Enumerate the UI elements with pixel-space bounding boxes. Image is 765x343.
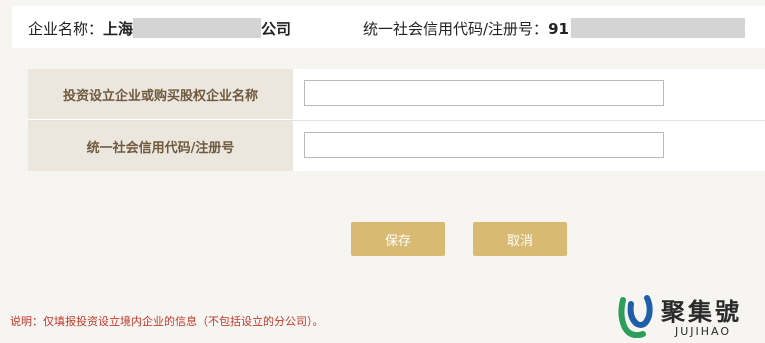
investee-name-input[interactable]	[304, 80, 664, 106]
investee-credit-code-input[interactable]	[304, 132, 664, 158]
save-button[interactable]: 保存	[351, 222, 445, 256]
watermark-chinese-text: 聚集號	[661, 298, 742, 326]
jujihao-logo-icon	[618, 295, 653, 338]
redacted-company-name	[133, 18, 262, 38]
company-name-prefix: 上海	[103, 20, 134, 38]
watermark-english-text: JUJIHAO	[675, 325, 732, 338]
instruction-note: 说明：仅填报投资设立境内企业的信息（不包括设立的分公司）。	[10, 315, 324, 328]
cancel-button[interactable]: 取消	[473, 222, 567, 256]
form-row-investee-credit-code: 统一社会信用代码/注册号	[28, 120, 765, 171]
investee-name-label: 投资设立企业或购买股权企业名称	[28, 69, 293, 119]
credit-code-field: 统一社会信用代码/注册号：91	[363, 18, 745, 38]
form-row-investee-name: 投资设立企业或购买股权企业名称	[28, 69, 765, 119]
redacted-credit-code	[570, 18, 745, 38]
credit-code-prefix: 91	[548, 20, 569, 38]
investment-form: 投资设立企业或购买股权企业名称 统一社会信用代码/注册号	[28, 69, 765, 171]
company-name-label: 企业名称：	[28, 20, 104, 38]
company-name-field: 企业名称：上海 公司	[28, 18, 291, 38]
investee-credit-code-label: 统一社会信用代码/注册号	[28, 121, 293, 171]
company-name-suffix: 公司	[261, 20, 292, 38]
watermark: 聚集號 JUJIHAO	[617, 292, 763, 342]
company-header: 企业名称：上海 公司 统一社会信用代码/注册号：91	[12, 6, 765, 48]
credit-code-label: 统一社会信用代码/注册号：	[363, 20, 549, 38]
